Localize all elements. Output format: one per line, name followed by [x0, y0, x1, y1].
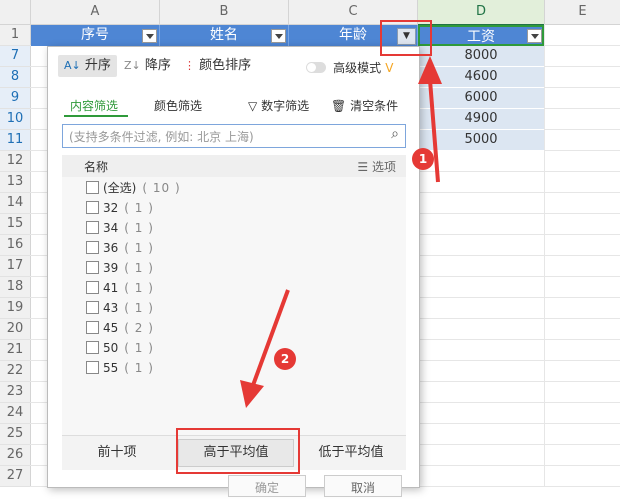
- arrow-line-1: [428, 79, 440, 183]
- arrow-head-2-icon: [240, 380, 264, 408]
- annotation-arrows: [240, 56, 442, 408]
- annotation-badge-1: 1: [412, 148, 434, 170]
- arrow-head-1-icon: [418, 56, 442, 84]
- arrow-line-2: [250, 289, 290, 389]
- annotation-badge-2: 2: [274, 348, 296, 370]
